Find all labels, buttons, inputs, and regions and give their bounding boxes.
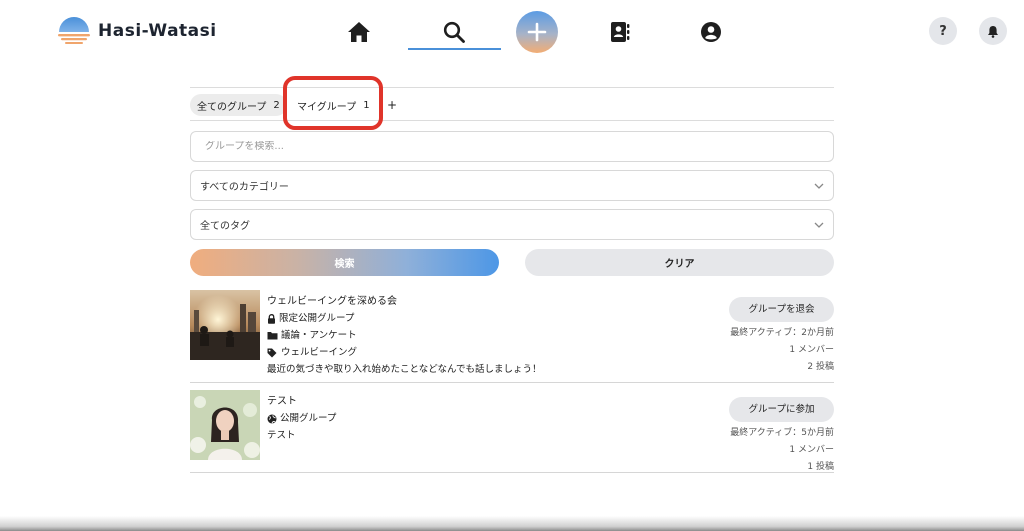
group-tabs: 全てのグループ 2 マイグループ 1 +: [190, 87, 834, 121]
group-tag: ウェルビーイング: [267, 344, 542, 361]
tab-count: 1: [363, 99, 370, 111]
category-select-value: すべてのカテゴリー: [200, 182, 289, 193]
tag-select-value: 全てのタグ: [200, 221, 250, 232]
tab-my-groups[interactable]: マイグループ 1: [290, 94, 377, 116]
group-description: テスト: [267, 430, 296, 441]
category-select[interactable]: すべてのカテゴリー: [190, 170, 834, 201]
group-thumbnail: [190, 390, 260, 460]
group-search-field: [190, 131, 834, 162]
group-meta: グループを退会 最終アクティブ：2か月前 1 メンバー 2 投稿: [704, 297, 834, 376]
member-count: 1 メンバー: [789, 445, 834, 455]
group-visibility: 限定公開グループ: [267, 310, 542, 327]
help-button[interactable]: ?: [929, 17, 957, 45]
search-icon: [443, 21, 465, 43]
group-visibility: 公開グループ: [267, 410, 336, 427]
app-logo[interactable]: Hasi-Watasi: [56, 16, 217, 46]
group-search-input[interactable]: [203, 141, 833, 152]
folder-icon: [267, 332, 278, 340]
group-description: 最近の気づきや取り入れ始めたことなどなんでも話しましょう！: [267, 364, 542, 375]
plus-icon: [527, 22, 547, 42]
group-list-item[interactable]: ウェルビーイングを深める会 限定公開グループ 議論・アンケート ウェルビーイング…: [190, 290, 834, 383]
globe-icon: [267, 414, 277, 423]
group-info: テスト 公開グループ テスト: [267, 393, 336, 444]
bell-icon: [988, 25, 998, 38]
window-bottom-shadow: [0, 516, 1024, 531]
group-category: 議論・アンケート: [267, 327, 542, 344]
post-count: 1 投稿: [807, 462, 834, 472]
tab-count: 2: [273, 99, 280, 111]
category-label: 議論・アンケート: [281, 330, 357, 341]
nav-profile[interactable]: [693, 14, 729, 50]
group-title[interactable]: テスト: [267, 393, 336, 410]
logo-icon: [58, 17, 90, 44]
chevron-down-icon: [814, 183, 824, 189]
tab-all-groups[interactable]: 全てのグループ 2: [190, 94, 287, 116]
notifications-button[interactable]: [979, 17, 1007, 45]
last-active: 最終アクティブ：2か月前: [730, 328, 834, 338]
group-title[interactable]: ウェルビーイングを深める会: [267, 293, 542, 310]
last-active: 最終アクティブ：5か月前: [730, 428, 834, 438]
group-list-item[interactable]: テスト 公開グループ テスト グループに参加 最終アクティブ：5か月前 1 メン…: [190, 390, 834, 473]
lock-icon: [268, 313, 275, 324]
nav-home[interactable]: [341, 14, 377, 50]
add-tab-button[interactable]: +: [387, 94, 397, 116]
home-icon: [348, 22, 370, 42]
post-count: 2 投稿: [807, 362, 834, 372]
group-meta: グループに参加 最終アクティブ：5か月前 1 メンバー 1 投稿: [704, 397, 834, 476]
chevron-down-icon: [814, 222, 824, 228]
nav-contacts[interactable]: [602, 14, 638, 50]
group-thumbnail: [190, 290, 260, 360]
top-nav-bar: Hasi-Watasi ?: [0, 0, 1024, 62]
tag-select[interactable]: 全てのタグ: [190, 209, 834, 240]
clear-button[interactable]: クリア: [525, 249, 834, 276]
user-circle-icon: [701, 22, 721, 42]
app-name: Hasi-Watasi: [98, 21, 217, 41]
tab-label: マイグループ: [297, 101, 357, 113]
leave-group-button[interactable]: グループを退会: [729, 297, 834, 322]
member-count: 1 メンバー: [789, 345, 834, 355]
tag-label: ウェルビーイング: [281, 347, 358, 358]
nav-search[interactable]: [436, 14, 472, 50]
tab-label: 全てのグループ: [197, 101, 267, 113]
visibility-label: 公開グループ: [280, 413, 337, 424]
help-icon: ?: [939, 23, 947, 39]
search-button[interactable]: 検索: [190, 249, 499, 276]
create-button[interactable]: [516, 11, 558, 53]
join-group-button[interactable]: グループに参加: [729, 397, 834, 422]
contact-book-icon: [611, 22, 630, 42]
active-tab-indicator: [408, 48, 501, 50]
group-info: ウェルビーイングを深める会 限定公開グループ 議論・アンケート ウェルビーイング…: [267, 293, 542, 378]
visibility-label: 限定公開グループ: [279, 313, 355, 324]
tag-icon: [267, 348, 277, 357]
